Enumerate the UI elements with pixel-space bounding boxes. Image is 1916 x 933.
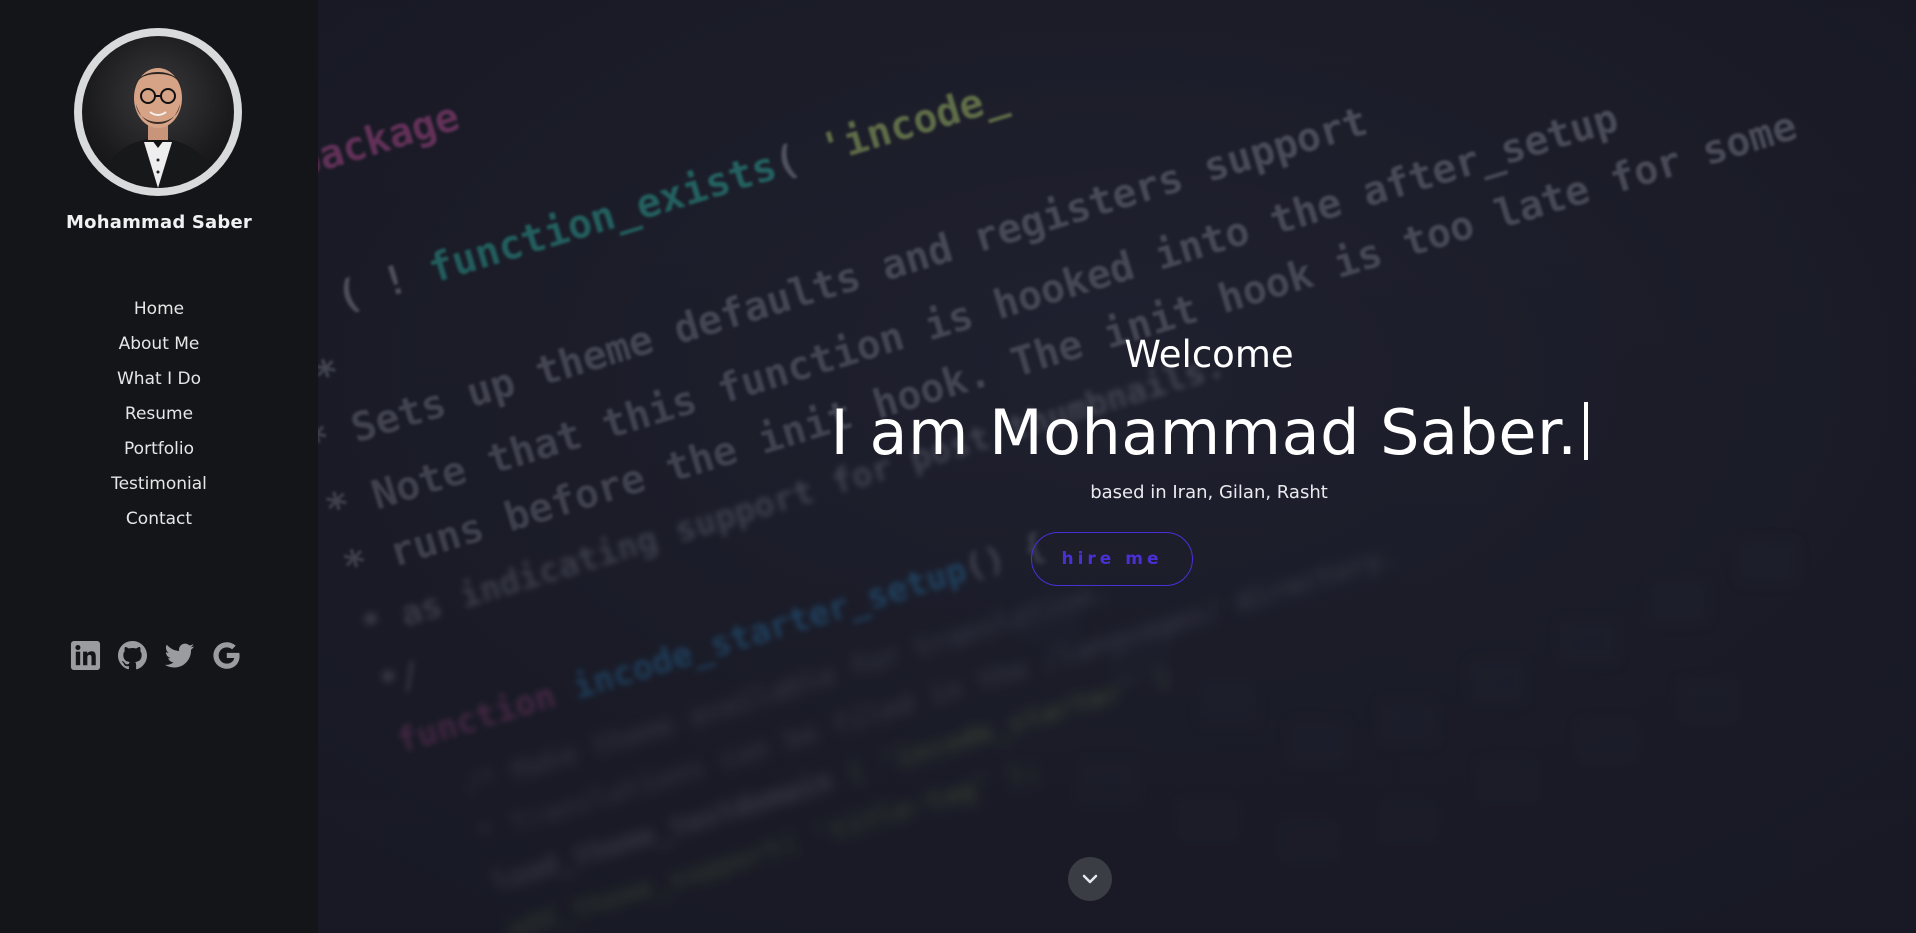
nav-item-what-i-do[interactable]: What I Do — [0, 365, 318, 400]
profile-name: Mohammad Saber — [66, 212, 252, 233]
hero-location-text: based in Iran, Gilan, Rasht — [1090, 482, 1328, 503]
sidebar-nav: Home About Me What I Do Resume Portfolio… — [0, 295, 318, 540]
avatar-photo — [82, 36, 234, 188]
social-links — [70, 640, 242, 671]
nav-item-resume[interactable]: Resume — [0, 400, 318, 435]
hero-welcome: Welcome — [318, 333, 1916, 376]
scroll-down-button[interactable] — [1068, 857, 1112, 901]
linkedin-icon[interactable] — [70, 640, 101, 671]
nav-item-portfolio[interactable]: Portfolio — [0, 435, 318, 470]
hero-location: based in Iran, Gilan, Rasht — [318, 482, 1916, 503]
nav-item-home[interactable]: Home — [0, 295, 318, 330]
twitter-icon[interactable] — [164, 640, 195, 671]
nav-item-about-me[interactable]: About Me — [0, 330, 318, 365]
chevron-down-icon — [1082, 874, 1098, 884]
sidebar: Mohammad Saber Home About Me What I Do R… — [0, 0, 318, 933]
nav-item-contact[interactable]: Contact — [0, 505, 318, 540]
hero-section: * @package */ if ( ! function_exists( 'i… — [318, 0, 1916, 933]
hero-headline-text: I am Mohammad Saber. — [830, 396, 1578, 469]
hero-welcome-text: Welcome — [1124, 333, 1294, 376]
typing-cursor — [1583, 402, 1588, 460]
google-icon[interactable] — [211, 640, 242, 671]
hero-headline: I am Mohammad Saber. — [318, 396, 1916, 469]
avatar — [74, 28, 242, 196]
nav-item-testimonial[interactable]: Testimonial — [0, 470, 318, 505]
hire-me-button[interactable]: hire me — [1031, 532, 1193, 586]
github-icon[interactable] — [117, 640, 148, 671]
